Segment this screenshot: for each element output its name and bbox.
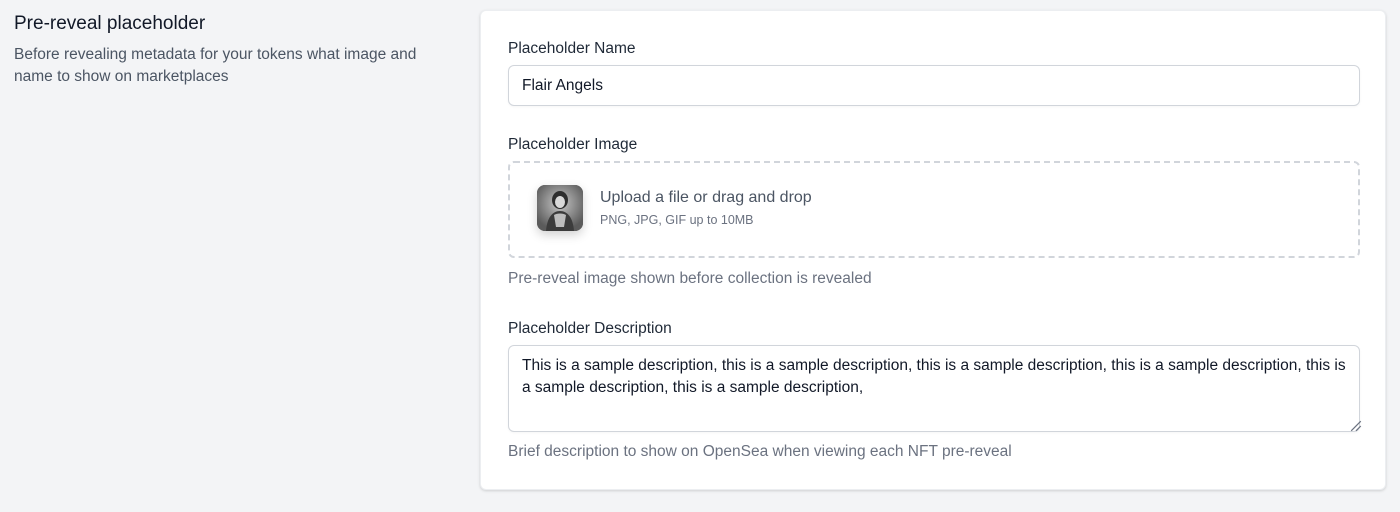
placeholder-name-label: Placeholder Name [508,40,636,57]
section-intro: Pre-reveal placeholder Before revealing … [14,12,454,88]
placeholder-image-help: Pre-reveal image shown before collection… [508,270,872,287]
upload-file-types: PNG, JPG, GIF up to 10MB [600,213,754,227]
section-description: Before revealing metadata for your token… [14,46,417,85]
resize-handle-icon[interactable] [1350,420,1362,432]
placeholder-name-input[interactable] [508,65,1360,106]
upload-instruction[interactable]: Upload a file or drag and drop [600,188,812,208]
section-title: Pre-reveal placeholder [14,13,206,34]
page: Pre-reveal placeholder Before revealing … [0,0,1400,512]
placeholder-description-textarea[interactable]: This is a sample description, this is a … [508,345,1360,432]
placeholder-image-label: Placeholder Image [508,136,638,153]
image-upload-dropzone[interactable]: Upload a file or drag and drop PNG, JPG,… [508,161,1360,258]
placeholder-form-card: Placeholder Name Placeholder Image [480,10,1386,490]
portrait-thumbnail-icon [537,185,583,231]
placeholder-description-help: Brief description to show on OpenSea whe… [508,443,1012,460]
placeholder-description-label: Placeholder Description [508,320,672,337]
